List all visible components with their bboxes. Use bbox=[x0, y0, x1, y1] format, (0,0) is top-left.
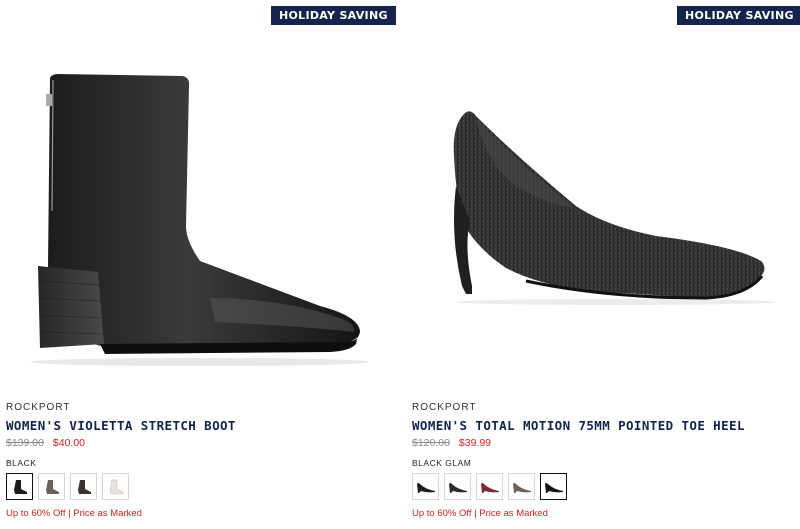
pump-thumbnail-icon bbox=[480, 482, 499, 493]
brand-name: ROCKPORT bbox=[412, 402, 477, 413]
product-card-violetta-boot[interactable]: HOLIDAY SAVING ROCKPORT WOMEN'S VIOLETTA… bbox=[0, 0, 396, 529]
swatch-black[interactable] bbox=[6, 473, 33, 500]
swatch-white[interactable] bbox=[102, 473, 129, 500]
swatch-taupe[interactable] bbox=[38, 473, 65, 500]
pump-thumbnail-icon bbox=[448, 482, 467, 493]
promo-text: Up to 60% Off | Price as Marked bbox=[6, 508, 142, 519]
swatch-taupe[interactable] bbox=[508, 473, 535, 500]
product-card-total-motion-heel[interactable]: HOLIDAY SAVING ROCKPORT WOMEN'S TOTAL MO… bbox=[406, 0, 800, 529]
swatch-black[interactable] bbox=[412, 473, 439, 500]
swatch-dark-brown[interactable] bbox=[70, 473, 97, 500]
pump-thumbnail-icon bbox=[416, 482, 435, 493]
boot-thumbnail-icon bbox=[77, 479, 91, 494]
boot-thumbnail-icon bbox=[109, 479, 123, 494]
product-title[interactable]: WOMEN'S VIOLETTA STRETCH BOOT bbox=[6, 418, 236, 433]
boot-thumbnail-icon bbox=[13, 479, 27, 494]
price-block: $120.00 $39.99 bbox=[412, 437, 491, 449]
pump-thumbnail-icon bbox=[512, 482, 531, 493]
selected-color-label: BLACK bbox=[6, 458, 37, 468]
original-price: $120.00 bbox=[412, 437, 450, 449]
product-image-boot[interactable] bbox=[0, 36, 394, 386]
selected-color-label: BLACK GLAM bbox=[412, 458, 472, 468]
color-swatches bbox=[6, 473, 129, 500]
swatch-black-glam[interactable] bbox=[540, 473, 567, 500]
promo-text: Up to 60% Off | Price as Marked bbox=[412, 508, 548, 519]
holiday-saving-badge: HOLIDAY SAVING bbox=[677, 6, 800, 25]
original-price: $139.00 bbox=[6, 437, 44, 449]
product-image-heel[interactable] bbox=[406, 36, 800, 386]
price-block: $139.00 $40.00 bbox=[6, 437, 85, 449]
holiday-saving-badge: HOLIDAY SAVING bbox=[271, 6, 396, 25]
swatch-burgundy[interactable] bbox=[476, 473, 503, 500]
swatch-black-leather[interactable] bbox=[444, 473, 471, 500]
sale-price: $39.99 bbox=[458, 437, 492, 449]
brand-name: ROCKPORT bbox=[6, 402, 71, 413]
sale-price: $40.00 bbox=[52, 437, 86, 449]
pump-thumbnail-icon bbox=[544, 482, 563, 493]
boot-thumbnail-icon bbox=[45, 479, 59, 494]
color-swatches bbox=[412, 473, 567, 500]
product-title[interactable]: WOMEN'S TOTAL MOTION 75MM POINTED TOE HE… bbox=[412, 418, 745, 433]
